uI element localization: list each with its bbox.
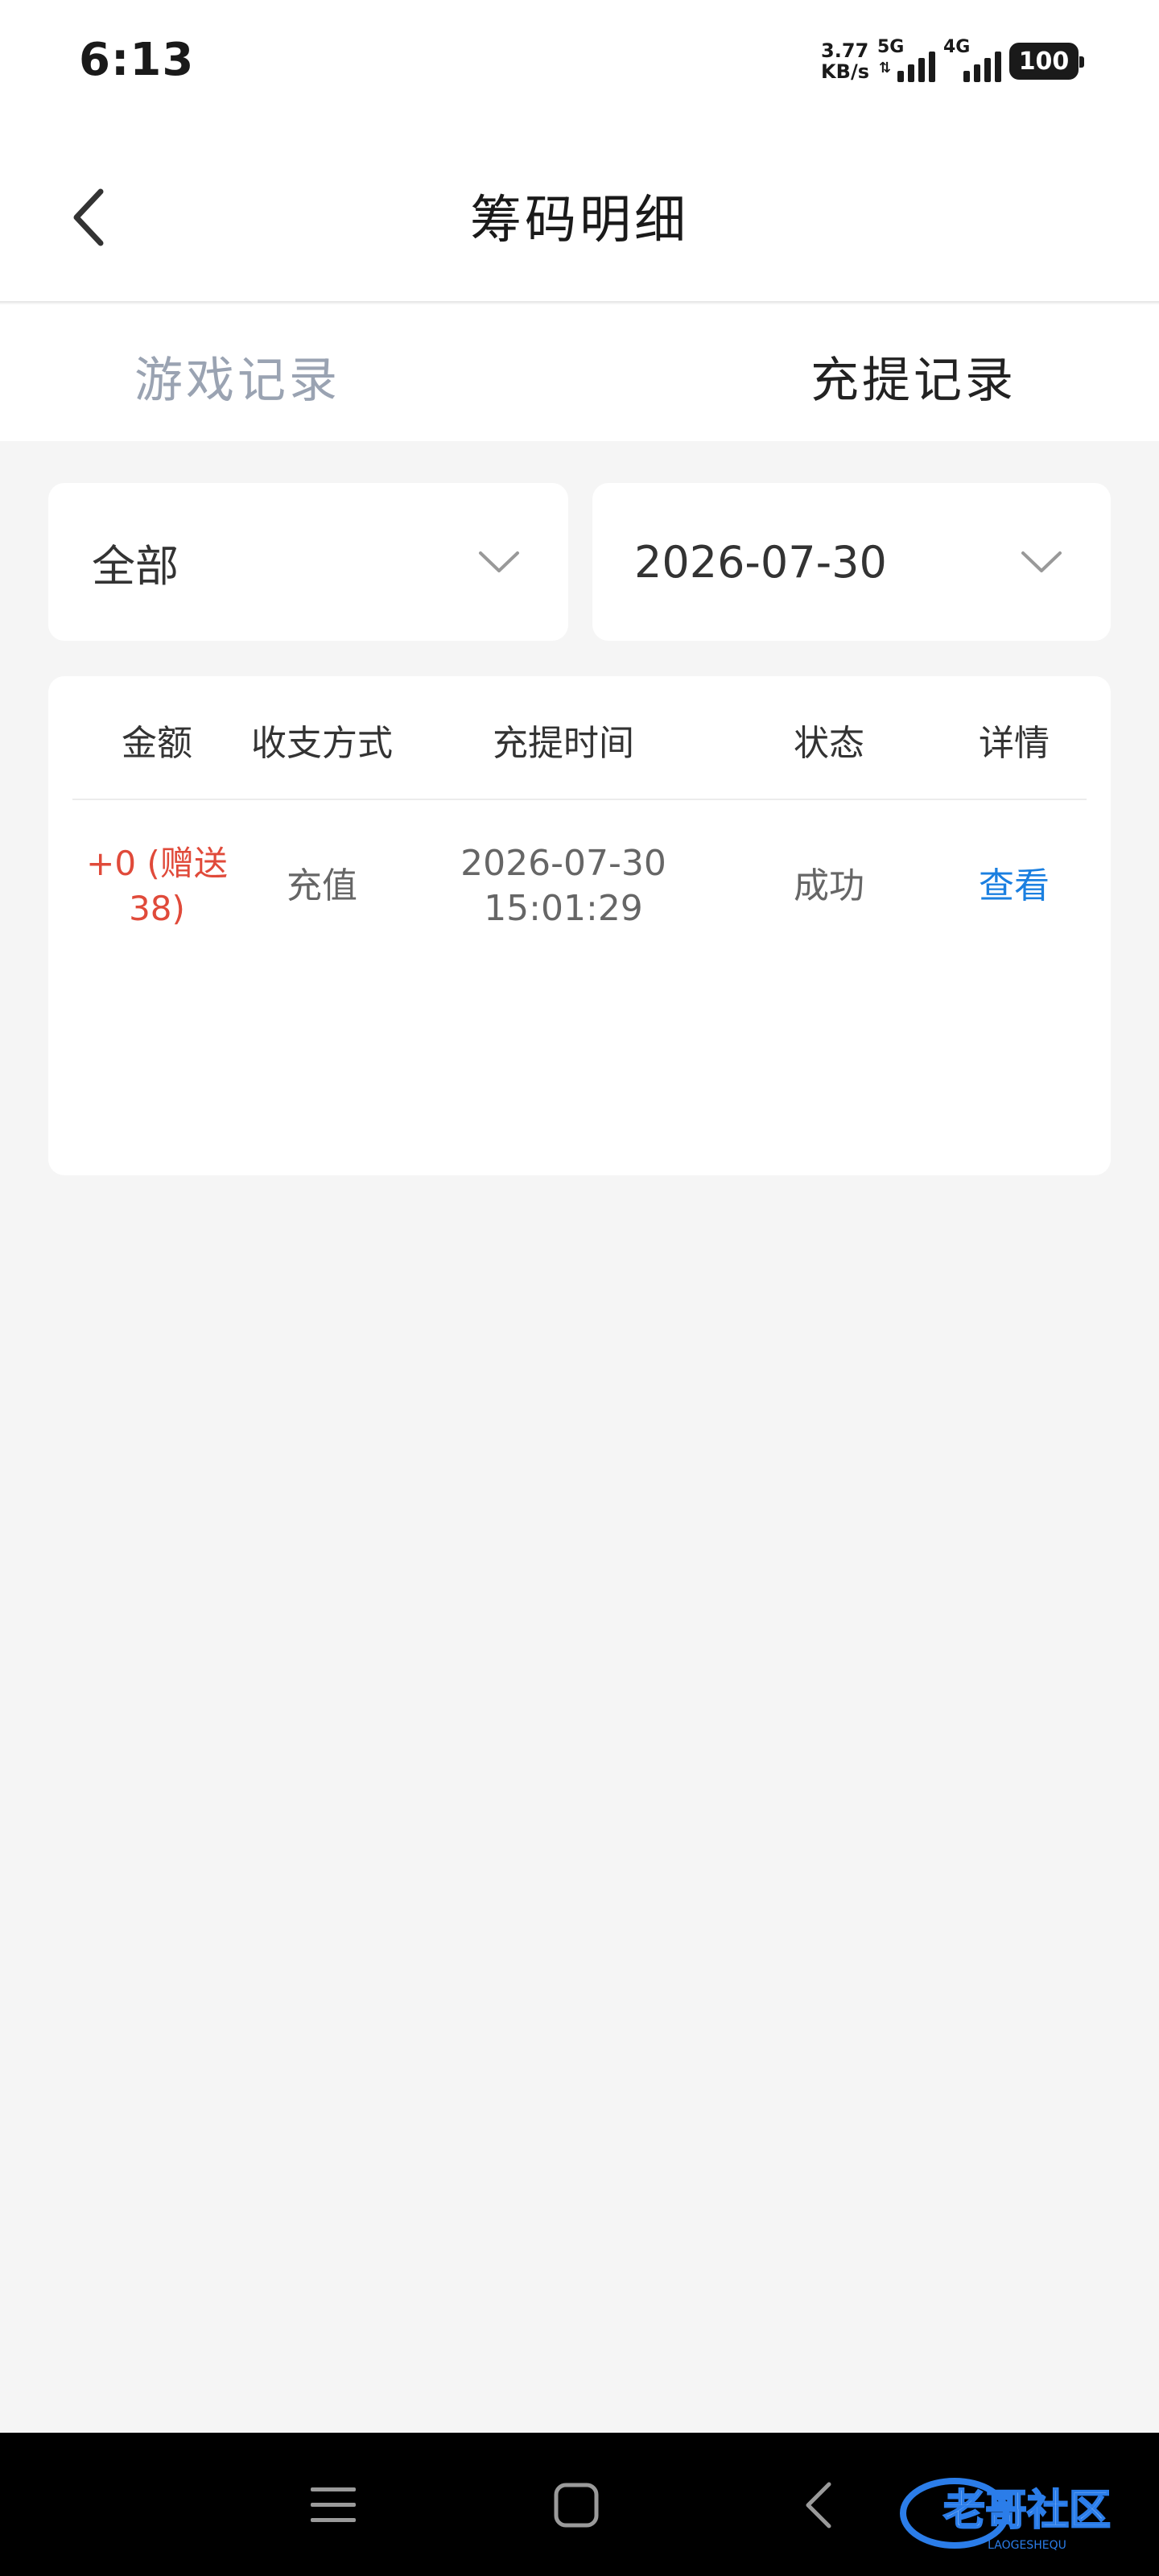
date-filter-dropdown[interactable]: 2026-07-30 bbox=[592, 483, 1111, 641]
column-header-amount: 金额 bbox=[122, 723, 192, 764]
table-row: +0 (赠送 38) 充值 2026-07-30 15:01:29 成功 查看 bbox=[72, 802, 1087, 971]
home-button[interactable] bbox=[544, 2473, 608, 2537]
back-chevron-icon bbox=[806, 2482, 831, 2529]
signal-bars-1 bbox=[897, 52, 935, 82]
chevron-down-icon bbox=[1021, 551, 1062, 572]
status-icons: 3.77 KB/s 5G ⇅ 4G 100 bbox=[821, 35, 1084, 87]
status-time: 6:13 bbox=[79, 34, 195, 86]
records-table-card: 金额 收支方式 充提时间 状态 详情 +0 (赠送 38) 充值 2026-07… bbox=[48, 676, 1111, 1175]
row-status: 成功 bbox=[794, 865, 864, 906]
row-date: 2026-07-30 bbox=[460, 843, 666, 884]
column-header-status: 状态 bbox=[794, 723, 864, 764]
network-speed: 3.77 KB/s bbox=[821, 40, 869, 82]
record-tabs: 游戏记录 充提记录 bbox=[0, 304, 1159, 441]
page-title: 筹码明细 bbox=[470, 191, 689, 250]
battery-icon: 100 bbox=[1009, 43, 1084, 80]
menu-icon bbox=[311, 2487, 356, 2522]
menu-button[interactable] bbox=[301, 2473, 365, 2537]
watermark-subtext: LAOGESHEQU bbox=[988, 2539, 1066, 2552]
chevron-down-icon bbox=[479, 551, 519, 572]
network-speed-unit: KB/s bbox=[821, 60, 869, 83]
row-method: 充值 bbox=[287, 865, 357, 906]
date-filter-value: 2026-07-30 bbox=[634, 536, 887, 588]
row-amount-line2: 38) bbox=[129, 889, 185, 928]
row-datetime: 2026-07-30 15:01:29 bbox=[410, 802, 716, 971]
table-header: 金额 收支方式 充提时间 状态 详情 bbox=[72, 676, 1087, 800]
type-filter-value: 全部 bbox=[92, 540, 179, 592]
tab-deposit-withdraw-records[interactable]: 充提记录 bbox=[580, 304, 1159, 441]
watermark-logo: 老哥社区 LAOGESHEQU bbox=[898, 2468, 1148, 2557]
row-time: 15:01:29 bbox=[484, 888, 643, 929]
column-header-detail: 详情 bbox=[979, 723, 1050, 764]
home-square-icon bbox=[554, 2483, 599, 2528]
signal-bars-2 bbox=[963, 52, 1001, 82]
network-speed-value: 3.77 bbox=[821, 39, 869, 62]
signal-5g-icon: 5G ⇅ bbox=[877, 37, 935, 85]
signal-4g-icon: 4G bbox=[943, 37, 1001, 85]
battery-level: 100 bbox=[1018, 47, 1070, 76]
system-nav-bar: 老哥社区 LAOGESHEQU bbox=[0, 2433, 1159, 2576]
type-filter-dropdown[interactable]: 全部 bbox=[48, 483, 568, 641]
column-header-method: 收支方式 bbox=[251, 723, 393, 764]
data-arrows-icon: ⇅ bbox=[879, 60, 892, 76]
app-header: 筹码明细 bbox=[0, 129, 1159, 303]
view-detail-link[interactable]: 查看 bbox=[926, 802, 1103, 971]
row-amount-line1: +0 (赠送 bbox=[86, 844, 228, 883]
row-amount: +0 (赠送 38) bbox=[72, 802, 241, 971]
status-bar: 6:13 3.77 KB/s 5G ⇅ 4G 100 bbox=[0, 0, 1159, 129]
column-header-time: 充提时间 bbox=[493, 723, 634, 764]
watermark-logo-icon: 老哥社区 LAOGESHEQU bbox=[900, 2478, 1112, 2552]
watermark-text: 老哥社区 bbox=[943, 2487, 1111, 2535]
tab-game-records[interactable]: 游戏记录 bbox=[0, 304, 580, 441]
system-back-button[interactable] bbox=[786, 2473, 850, 2537]
